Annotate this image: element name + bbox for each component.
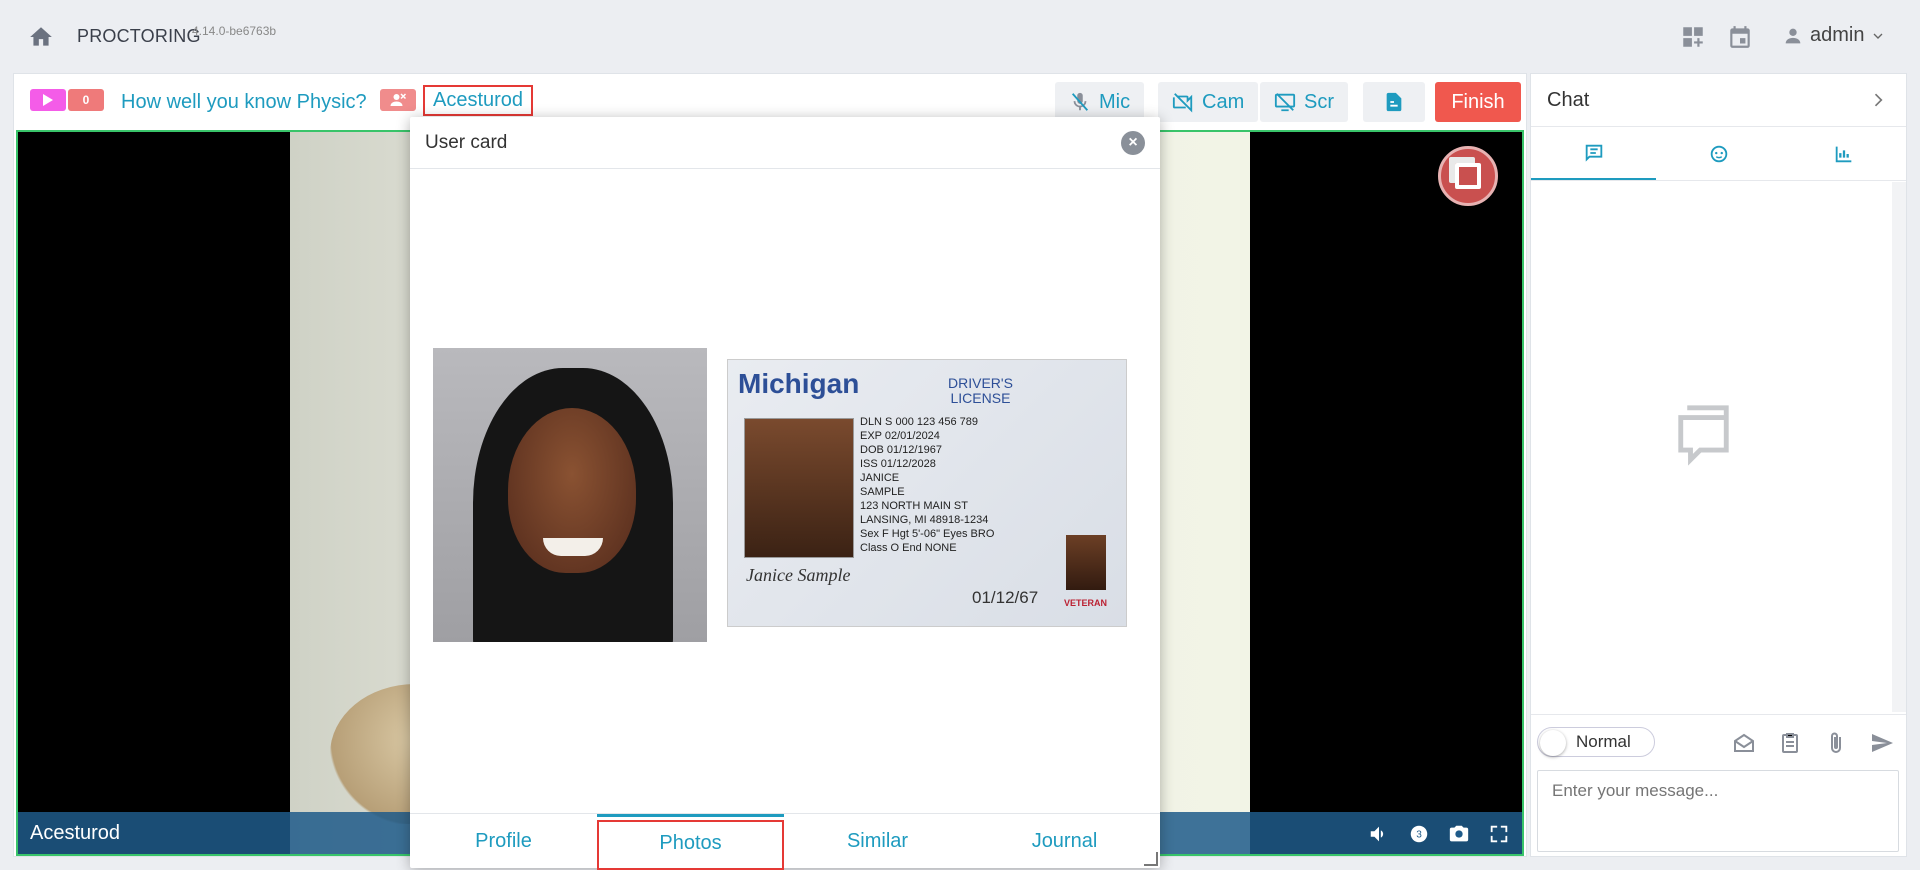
user-card-modal: User card × Michigan DRIVER'S LICENSE DL…: [410, 117, 1160, 870]
camera-snapshot-icon[interactable]: [1448, 823, 1470, 845]
clipboard-icon[interactable]: [1778, 731, 1802, 755]
user-card-button[interactable]: [380, 89, 416, 111]
exam-title[interactable]: How well you know Physic?: [121, 91, 367, 114]
chat-panel: Chat Normal: [1530, 73, 1907, 857]
tab-face[interactable]: [1656, 127, 1781, 180]
picture-in-picture-icon: [1455, 163, 1481, 189]
student-name-link[interactable]: Acesturod: [423, 85, 534, 116]
screen-label: Scr: [1304, 90, 1334, 113]
chat-scrollbar[interactable]: [1892, 182, 1906, 712]
video-user-label: Acesturod: [30, 822, 121, 844]
tab-stats[interactable]: [1781, 127, 1906, 180]
id-name1: JANICE: [860, 472, 900, 484]
screen-button[interactable]: Scr: [1260, 82, 1348, 122]
chat-header: Chat: [1531, 74, 1906, 127]
finish-button[interactable]: Finish: [1435, 82, 1521, 122]
tab-photos[interactable]: Photos: [597, 814, 784, 870]
svg-text:3: 3: [1416, 830, 1422, 841]
cam-button[interactable]: Cam: [1158, 82, 1259, 122]
attachment-icon[interactable]: [1824, 731, 1848, 755]
chevron-right-icon[interactable]: [1868, 90, 1888, 110]
chevron-down-icon: [1874, 33, 1883, 39]
id-mini-portrait: [1066, 535, 1106, 590]
mic-button[interactable]: Mic: [1055, 82, 1145, 122]
face-photo[interactable]: [433, 348, 707, 642]
message-input[interactable]: [1537, 770, 1899, 852]
priority-toggle[interactable]: Normal: [1537, 727, 1655, 757]
id-details: DLN S 000 123 456 789 EXP 02/01/2024 DOB…: [860, 415, 994, 555]
user-card-tabs: Profile Photos Similar Journal: [410, 813, 1160, 870]
id-name2: SAMPLE: [860, 486, 905, 498]
envelope-open-icon[interactable]: [1732, 731, 1756, 755]
toggle-knob: [1540, 730, 1566, 756]
close-icon[interactable]: ×: [1121, 131, 1145, 155]
id-class: Class O End NONE: [860, 542, 957, 554]
modal-title: User card: [425, 131, 508, 153]
pip-toggle-button[interactable]: [1438, 146, 1498, 206]
id-portrait: [744, 418, 854, 558]
messages-icon: [1585, 144, 1602, 162]
chat-composer: Normal: [1531, 714, 1906, 856]
mic-label: Mic: [1099, 90, 1131, 113]
id-addr2: LANSING, MI 48918-1234: [860, 514, 989, 526]
document-icon: [1386, 92, 1402, 112]
id-document-photo[interactable]: Michigan DRIVER'S LICENSE DLN S 000 123 …: [727, 359, 1127, 627]
camera-off-icon: [1172, 93, 1193, 113]
resize-handle-icon[interactable]: [1144, 852, 1158, 866]
calendar-icon[interactable]: [1727, 24, 1753, 50]
id-sex: Sex F Hgt 5'-06" Eyes BRO: [860, 528, 995, 540]
id-dob: DOB 01/12/1967: [860, 444, 942, 456]
id-iss: ISS 01/12/2028: [860, 458, 936, 470]
user-menu[interactable]: admin: [1782, 24, 1886, 47]
id-addr1: 123 NORTH MAIN ST: [860, 500, 968, 512]
id-type: DRIVER'S LICENSE: [948, 376, 1013, 406]
tab-profile[interactable]: Profile: [410, 814, 597, 869]
id-veteran: VETERAN: [1064, 598, 1108, 608]
report-button[interactable]: [1363, 82, 1425, 122]
tab-journal[interactable]: Journal: [971, 814, 1158, 869]
top-bar: PROCTORING 4.14.0-be6763b admin: [0, 0, 1920, 72]
face-icon: [1710, 145, 1727, 162]
highlight-box: [597, 820, 784, 870]
app-version: 4.14.0-be6763b: [192, 24, 277, 38]
play-button[interactable]: [30, 89, 66, 111]
tab-similar[interactable]: Similar: [784, 814, 971, 869]
id-state: Michigan: [738, 368, 860, 399]
mic-off-icon: [1071, 92, 1089, 111]
id-type-line1: DRIVER'S: [948, 375, 1013, 391]
chat-title: Chat: [1547, 88, 1590, 111]
dashboard-add-icon[interactable]: [1680, 24, 1706, 50]
send-icon[interactable]: [1870, 731, 1894, 755]
priority-label: Normal: [1576, 732, 1631, 751]
app-title: PROCTORING: [77, 26, 201, 46]
id-date: 01/12/67: [972, 588, 1039, 607]
chat-messages: [1531, 182, 1906, 712]
person-icon: [1785, 28, 1801, 43]
user-remove-icon: [390, 93, 407, 106]
fullscreen-icon[interactable]: [1488, 823, 1510, 845]
empty-chat-icon: [1671, 398, 1749, 476]
home-icon[interactable]: [28, 24, 54, 50]
id-type-line2: LICENSE: [950, 390, 1011, 406]
id-signature: Janice Sample: [746, 565, 851, 585]
cam-label: Cam: [1202, 90, 1245, 113]
violation-count-badge: 0: [68, 89, 104, 111]
badge-icon[interactable]: 3: [1408, 823, 1430, 845]
chart-icon: [1835, 146, 1851, 162]
play-icon: [43, 94, 53, 106]
modal-header: User card ×: [410, 117, 1160, 169]
user-name: admin: [1810, 24, 1865, 46]
volume-icon[interactable]: [1368, 823, 1390, 845]
id-exp: EXP 02/01/2024: [860, 430, 940, 442]
id-dl: DLN S 000 123 456 789: [860, 416, 979, 428]
screen-off-icon: [1274, 93, 1296, 112]
chat-tabs: [1531, 127, 1906, 181]
tab-messages[interactable]: [1531, 127, 1656, 180]
